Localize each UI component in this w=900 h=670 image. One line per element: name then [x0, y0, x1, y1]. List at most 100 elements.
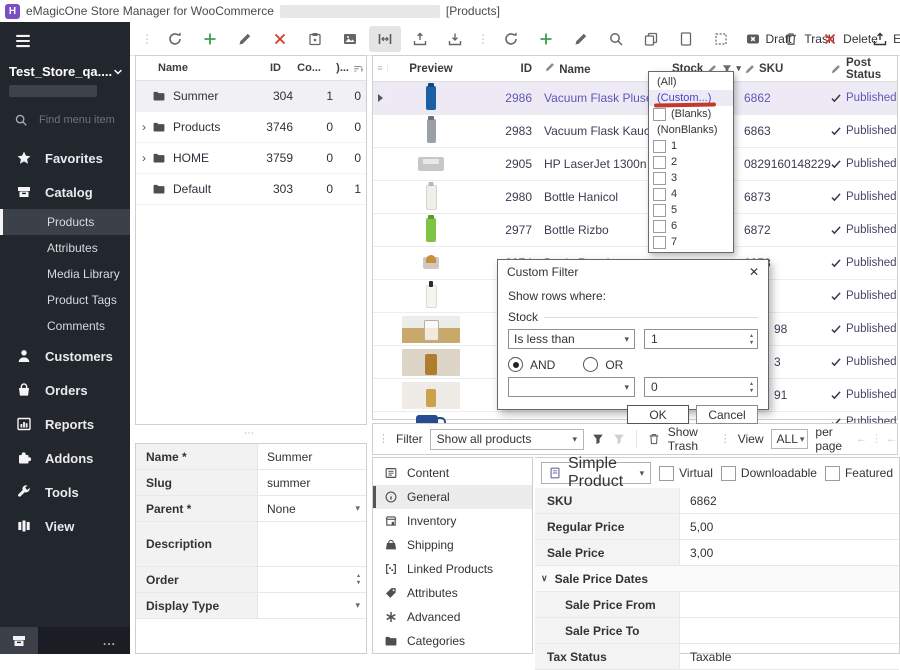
filter-option-nonblanks[interactable]: (NonBlanks): [649, 122, 733, 138]
sidebar-overflow-button[interactable]: ...: [103, 634, 116, 648]
close-icon[interactable]: [749, 266, 759, 278]
clear-filter-icon[interactable]: [612, 432, 626, 446]
checkbox[interactable]: [825, 466, 840, 481]
refresh-categories-button[interactable]: [159, 26, 191, 52]
checkbox[interactable]: [653, 156, 666, 169]
filterbar-grip[interactable]: [720, 434, 731, 445]
tree-row-summer[interactable]: Summer 304 1 0: [136, 81, 366, 112]
checkbox[interactable]: [653, 140, 666, 153]
operator1-select[interactable]: Is less than: [508, 329, 635, 349]
split-view-button[interactable]: [369, 26, 401, 52]
sidebar-item-orders[interactable]: Orders: [0, 373, 130, 407]
checkbox[interactable]: [653, 236, 666, 249]
sidebar-item-reports[interactable]: Reports: [0, 407, 130, 441]
order-stepper[interactable]: [258, 567, 366, 592]
sidebar-item-addons[interactable]: Addons: [0, 441, 130, 475]
edit-category-button[interactable]: [229, 26, 261, 52]
export-categories-button[interactable]: [404, 26, 436, 52]
tree-row-default[interactable]: Default 303 0 1: [136, 174, 366, 205]
select-region-button[interactable]: [705, 26, 737, 52]
description-field[interactable]: [258, 522, 366, 566]
tab-linked-products[interactable]: Linked Products: [373, 557, 532, 581]
duplicate-button[interactable]: [635, 26, 667, 52]
filter-option-value[interactable]: 2: [649, 154, 733, 170]
column-preview[interactable]: Preview: [388, 63, 474, 75]
tab-inventory[interactable]: Inventory: [373, 509, 532, 533]
tab-general[interactable]: General: [373, 485, 532, 509]
filter-option-value[interactable]: 1: [649, 138, 733, 154]
sidebar-item-customers[interactable]: Customers: [0, 339, 130, 373]
value2-input[interactable]: 0: [644, 377, 758, 397]
per-page-select[interactable]: ALL: [771, 429, 809, 449]
product-type-select[interactable]: Simple Product: [541, 462, 651, 484]
hamburger-menu-button[interactable]: [0, 22, 130, 60]
delete-product-button[interactable]: Delete: [831, 26, 869, 52]
filter-option-value[interactable]: 5: [649, 202, 733, 218]
parent-select[interactable]: None: [258, 496, 366, 521]
product-row[interactable]: 2980 Bottle Hanicol 6873 Published: [373, 181, 897, 214]
checkbox[interactable]: [653, 172, 666, 185]
expand-icon[interactable]: [136, 121, 152, 133]
or-radio[interactable]: OR: [583, 357, 623, 372]
tree-column-count[interactable]: Co...: [281, 62, 321, 74]
toolbar-grip[interactable]: [141, 33, 153, 45]
column-sku[interactable]: SKU: [742, 63, 830, 75]
apply-filter-icon[interactable]: [591, 432, 605, 446]
tree-row-products[interactable]: Products 3746 0 0: [136, 112, 366, 143]
export-button[interactable]: Export: [881, 26, 900, 52]
filter-select[interactable]: Show all products: [430, 429, 584, 450]
sale-price-dates-group[interactable]: Sale Price Dates: [535, 566, 899, 592]
checkbox[interactable]: [653, 204, 666, 217]
expand-icon[interactable]: [136, 152, 152, 164]
image-button[interactable]: [334, 26, 366, 52]
ok-button[interactable]: OK: [627, 405, 689, 424]
slug-field[interactable]: summer: [258, 470, 366, 495]
sidebar-item-media-library[interactable]: Media Library: [0, 261, 130, 287]
tab-attributes[interactable]: Attributes: [373, 581, 532, 605]
sale-price-from-field[interactable]: [680, 592, 899, 617]
catalog-mode-button[interactable]: [0, 627, 38, 654]
product-row[interactable]: 2986 Vacuum Flask Plusek 6862 Published: [373, 82, 897, 115]
tree-column-name[interactable]: Name: [136, 62, 235, 74]
sidebar-item-tools[interactable]: Tools: [0, 475, 130, 509]
tab-categories[interactable]: Categories: [373, 629, 532, 653]
spinner-icons[interactable]: [750, 381, 753, 394]
operator2-select[interactable]: [508, 377, 635, 397]
sidebar-item-view[interactable]: View: [0, 509, 130, 543]
filter-option-custom[interactable]: (Custom...): [649, 90, 733, 106]
virtual-checkbox[interactable]: Virtual: [659, 466, 713, 481]
checkbox[interactable]: [659, 466, 674, 481]
checkbox[interactable]: [653, 220, 666, 233]
column-name[interactable]: Name: [538, 61, 650, 76]
column-post-status[interactable]: Post Status: [830, 57, 897, 81]
sidebar-item-product-tags[interactable]: Product Tags: [0, 287, 130, 313]
featured-checkbox[interactable]: Featured: [825, 466, 893, 481]
sidebar-item-comments[interactable]: Comments: [0, 313, 130, 339]
product-row[interactable]: 2977 Bottle Rizbo 6872 Published: [373, 214, 897, 247]
add-product-button[interactable]: [530, 26, 562, 52]
cancel-button[interactable]: Cancel: [696, 405, 758, 424]
spinner-icons[interactable]: [750, 333, 753, 346]
sale-price-to-field[interactable]: [680, 618, 899, 643]
delete-category-button[interactable]: [264, 26, 296, 52]
trash-icon[interactable]: [647, 432, 661, 446]
filter-option-value[interactable]: 3: [649, 170, 733, 186]
sort-icon[interactable]: [352, 62, 364, 74]
sidebar-item-attributes[interactable]: Attributes: [0, 235, 130, 261]
sidebar-item-favorites[interactable]: Favorites: [0, 141, 130, 175]
paste-button[interactable]: [299, 26, 331, 52]
horizontal-splitter[interactable]: [230, 429, 270, 439]
sale-price-field[interactable]: 3,00: [680, 540, 899, 565]
show-trash-button[interactable]: Show Trash: [668, 425, 713, 453]
draft-button[interactable]: Draft: [749, 26, 787, 52]
and-radio[interactable]: AND: [508, 357, 555, 372]
filter-caret-icon[interactable]: [736, 64, 741, 73]
filter-option-value[interactable]: 7: [649, 234, 733, 250]
downloadable-checkbox[interactable]: Downloadable: [721, 466, 817, 481]
filter-option-value[interactable]: 6: [649, 218, 733, 234]
toolbar-grip[interactable]: [477, 33, 489, 45]
sidebar-item-catalog[interactable]: Catalog: [0, 175, 130, 209]
filterbar-grip[interactable]: [378, 434, 389, 445]
add-category-button[interactable]: [194, 26, 226, 52]
checkbox[interactable]: [653, 108, 666, 121]
